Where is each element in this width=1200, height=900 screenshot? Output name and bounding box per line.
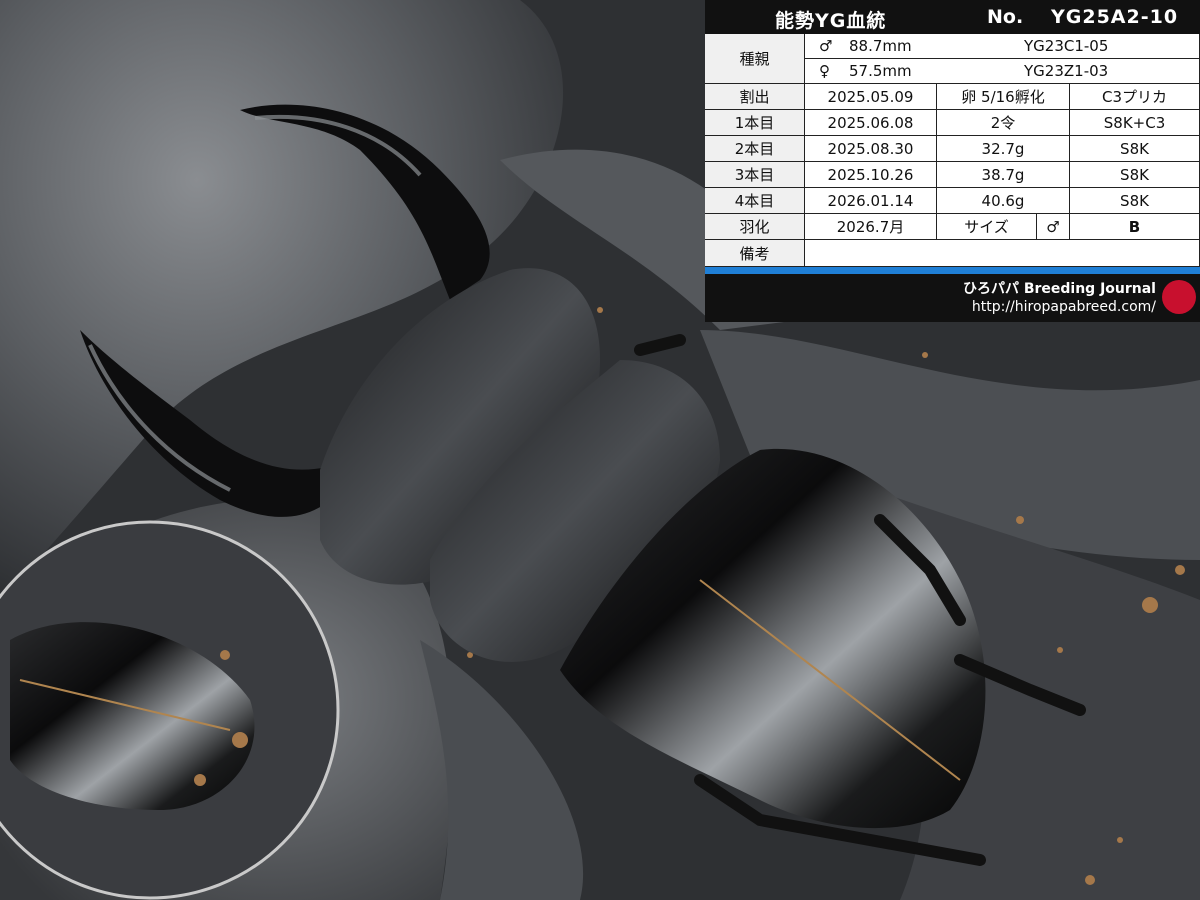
bottle3-food: S8K <box>1070 162 1200 188</box>
bottle3-value: 38.7g <box>937 162 1070 188</box>
bottle2-date: 2025.08.30 <box>805 136 937 162</box>
bottle1-label: 1本目 <box>705 110 805 136</box>
male-parent-row: ♂ 88.7mm YG23C1-05 <box>805 34 1200 59</box>
bottle4-value: 40.6g <box>937 188 1070 214</box>
male-size: 88.7mm <box>849 37 912 55</box>
split-label: 割出 <box>705 84 805 110</box>
bottle4-date: 2026.01.14 <box>805 188 937 214</box>
number-label: No. <box>987 6 1024 28</box>
eclosion-sex: ♂ <box>1037 214 1070 240</box>
male-id: YG23C1-05 <box>1024 37 1109 55</box>
bottle3-label: 3本目 <box>705 162 805 188</box>
individual-id: YG25A2-10 <box>1051 6 1179 28</box>
female-id: YG23Z1-03 <box>1024 62 1109 80</box>
notes-value <box>805 240 1200 267</box>
accent-bar <box>705 267 1200 274</box>
split-date: 2025.05.09 <box>805 84 937 110</box>
eclosion-date: 2026.7月 <box>805 214 937 240</box>
bottle4-food: S8K <box>1070 188 1200 214</box>
breeding-info-card: 能勢YG血統 No. YG25A2-10 種親 ♂ 88.7mm YG23C1-… <box>705 0 1200 322</box>
split-egg: 卵 5/16孵化 <box>937 84 1070 110</box>
female-symbol: ♀ <box>819 62 830 80</box>
bottle1-food: S8K+C3 <box>1070 110 1200 136</box>
bottle2-label: 2本目 <box>705 136 805 162</box>
record-table: 種親 ♂ 88.7mm YG23C1-05 ♀ 57.5mm YG23Z1-03… <box>705 34 1200 267</box>
bottle3-date: 2025.10.26 <box>805 162 937 188</box>
brand-seal-icon <box>1162 280 1196 314</box>
bottle2-food: S8K <box>1070 136 1200 162</box>
parents-label: 種親 <box>705 34 805 84</box>
bottle1-value: 2令 <box>937 110 1070 136</box>
site-url: http://hiropapabreed.com/ <box>971 299 1156 315</box>
size-label: サイズ <box>937 214 1037 240</box>
bottle1-date: 2025.06.08 <box>805 110 937 136</box>
bottle4-label: 4本目 <box>705 188 805 214</box>
card-header: 能勢YG血統 No. YG25A2-10 <box>705 0 1200 34</box>
notes-label: 備考 <box>705 240 805 267</box>
lineage-title: 能勢YG血統 <box>775 10 887 32</box>
eclosion-label: 羽化 <box>705 214 805 240</box>
card-footer: ひろパパ Breeding Journal http://hiropapabre… <box>705 274 1200 322</box>
size-grade: B <box>1070 214 1200 240</box>
male-symbol: ♂ <box>819 37 833 55</box>
split-note: C3プリカ <box>1070 84 1200 110</box>
female-parent-row: ♀ 57.5mm YG23Z1-03 <box>805 59 1200 84</box>
brand-name: ひろパパ Breeding Journal <box>962 281 1156 297</box>
female-size: 57.5mm <box>849 62 912 80</box>
bottle2-value: 32.7g <box>937 136 1070 162</box>
